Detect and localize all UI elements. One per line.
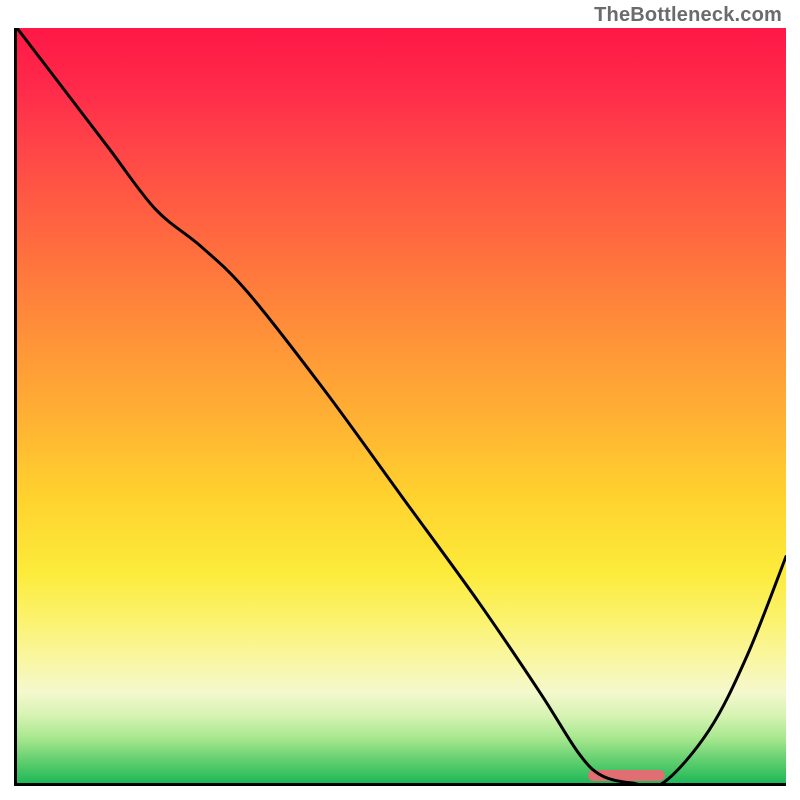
- watermark-text: TheBottleneck.com: [594, 4, 782, 27]
- bottleneck-curve: [17, 28, 786, 783]
- plot-area: [14, 28, 786, 786]
- bottleneck-chart: TheBottleneck.com: [0, 0, 800, 800]
- curve-svg: [17, 28, 786, 783]
